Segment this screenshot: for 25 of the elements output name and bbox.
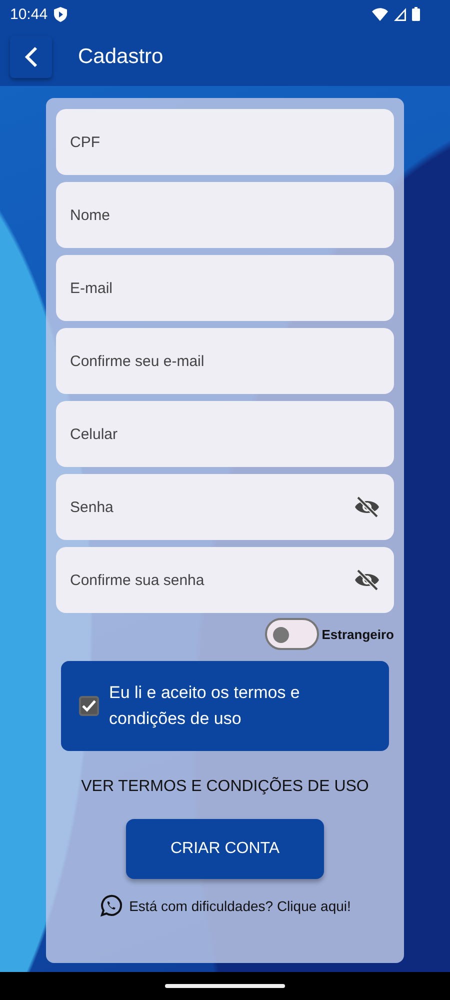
create-account-button[interactable]: CRIAR CONTA — [126, 819, 324, 879]
toggle-switch[interactable] — [264, 618, 319, 650]
wifi-icon — [372, 8, 388, 20]
screen-title: Cadastro — [78, 45, 164, 69]
help-link[interactable]: Está com dificuldades? Clique aqui! — [129, 898, 351, 914]
checkbox[interactable] — [79, 696, 99, 716]
input-field[interactable]: CPF — [56, 109, 394, 175]
eye-slash-icon[interactable] — [354, 496, 380, 518]
chevron-left-icon[interactable] — [24, 46, 38, 68]
input-field[interactable]: Senha — [56, 474, 394, 540]
terms-link[interactable]: VER TERMOS E CONDIÇÕES DE USO — [81, 778, 369, 796]
back-button[interactable] — [10, 36, 52, 78]
battery-icon — [412, 7, 420, 21]
shield-icon — [54, 6, 67, 22]
signal-icon — [394, 8, 406, 20]
switch-label: Estrangeiro — [322, 626, 394, 642]
eye-slash-icon[interactable] — [354, 569, 380, 591]
input-field[interactable]: Confirme sua senha — [56, 547, 394, 613]
terms-label: Eu li e aceito os termos e condições de uso — [109, 682, 301, 730]
whatsapp-icon[interactable] — [99, 894, 124, 918]
input-field[interactable]: Celular — [56, 401, 394, 467]
status-time: 10:44 — [10, 6, 48, 22]
input-field[interactable]: Nome — [56, 182, 394, 248]
input-field[interactable]: E-mail — [56, 255, 394, 321]
input-field[interactable]: Confirme seu e-mail — [56, 328, 394, 394]
